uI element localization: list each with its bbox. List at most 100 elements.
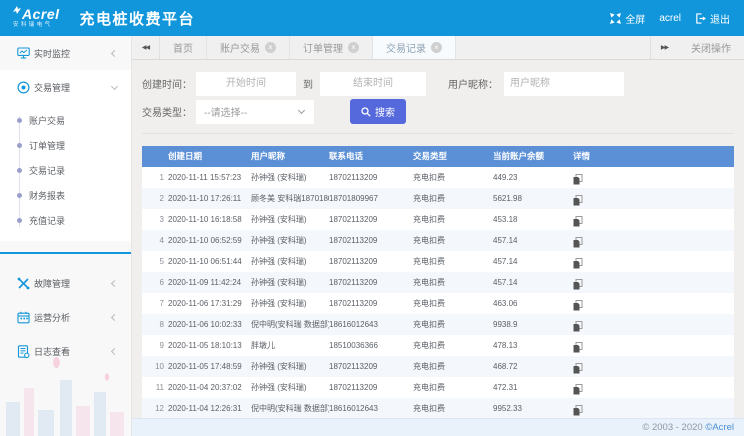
detail-copy-icon[interactable]: [573, 193, 583, 209]
table-row: 12 2020-11-04 12:26:31 倪中明(安科瑞 数据部)18 18…: [142, 398, 734, 419]
sidebar-item-fault-management[interactable]: 故障管理: [0, 266, 131, 300]
table-row: 11 2020-11-04 20:37:02 孙钟强 (安科瑞) 1870211…: [142, 377, 734, 398]
sidebar-item-recharge-records[interactable]: 充值记录: [0, 208, 131, 233]
table-row: 5 2020-11-10 06:51:44 孙钟强 (安科瑞) 18702113…: [142, 251, 734, 272]
cell-nickname: 孙钟强 (安科瑞): [251, 167, 329, 188]
tabs-scroll-right-button[interactable]: ▶▶: [650, 36, 678, 59]
cell-nickname: 顾冬美 安科瑞1870180: [251, 188, 329, 209]
detail-copy-icon[interactable]: [573, 382, 583, 398]
search-button[interactable]: 搜索: [350, 99, 406, 124]
tab-close-icon[interactable]: ×: [348, 42, 359, 53]
start-time-input[interactable]: [196, 72, 296, 96]
cell-balance: 453.18: [493, 209, 573, 230]
cell-nickname: 倪中明(安科瑞 数据部)18: [251, 398, 329, 419]
detail-copy-icon[interactable]: [573, 361, 583, 377]
cell-nickname: 孙钟强 (安科瑞): [251, 293, 329, 314]
detail-copy-icon[interactable]: [573, 298, 583, 314]
current-user[interactable]: acrel: [659, 13, 681, 24]
tab-order-management[interactable]: 订单管理 ×: [290, 36, 373, 59]
detail-copy-icon[interactable]: [573, 235, 583, 251]
transaction-type-select[interactable]: --请选择--: [196, 100, 314, 124]
sidebar-item-label: 运营分析: [34, 311, 70, 324]
sidebar-item-realtime-monitor[interactable]: 实时监控: [0, 36, 131, 70]
filter-row-1: 创建时间： 到 用户昵称：: [142, 71, 734, 96]
col-nickname: 用户昵称: [251, 146, 329, 167]
cell-date: 2020-11-05 17:48:59: [168, 356, 251, 377]
cell-balance: 457.14: [493, 272, 573, 293]
sidebar-item-financial-reports[interactable]: 财务报表: [0, 183, 131, 208]
acrel-logo: Acrel 安科瑞电气: [13, 7, 60, 29]
logo-text: Acrel: [22, 7, 60, 21]
cell-type: 充电扣费: [413, 230, 493, 251]
copyright-text: © 2003 - 2020: [642, 422, 705, 433]
detail-copy-icon[interactable]: [573, 214, 583, 230]
cell-nickname: 倪中明(安科瑞 数据部)18: [251, 314, 329, 335]
tab-close-icon[interactable]: ×: [265, 42, 276, 53]
logout-button[interactable]: 退出: [695, 11, 730, 26]
search-button-label: 搜索: [375, 104, 395, 119]
logout-icon: [695, 13, 706, 24]
select-value: --请选择--: [204, 104, 299, 119]
create-time-label: 创建时间：: [142, 76, 196, 91]
col-create-date: 创建日期: [168, 146, 251, 167]
cell-date: 2020-11-04 12:26:31: [168, 398, 251, 419]
acrel-link[interactable]: ©Acrel: [705, 422, 734, 433]
sidebar-item-log-viewer[interactable]: 日志查看: [0, 334, 131, 368]
tab-transaction-records[interactable]: 交易记录 ×: [373, 36, 456, 59]
sidebar-item-account-trade[interactable]: 账户交易: [0, 108, 131, 133]
close-operations-dropdown[interactable]: 关闭操作: [678, 36, 744, 59]
cell-date: 2020-11-10 16:18:58: [168, 209, 251, 230]
cell-nickname: 孙钟强 (安科瑞): [251, 251, 329, 272]
table-row: 10 2020-11-05 17:48:59 孙钟强 (安科瑞) 1870211…: [142, 356, 734, 377]
tab-account-trade[interactable]: 账户交易 ×: [207, 36, 290, 59]
col-detail: 详情: [573, 146, 734, 167]
chevron-left-icon: [111, 347, 118, 354]
search-icon: [361, 107, 371, 117]
sidebar-watermark: [0, 356, 130, 436]
tab-home[interactable]: 首页: [160, 36, 207, 59]
nickname-input[interactable]: [504, 72, 624, 96]
cell-nickname: 孙钟强 (安科瑞): [251, 272, 329, 293]
cell-phone: 18702113209: [329, 209, 413, 230]
cell-nickname: 孙钟强 (安科瑞): [251, 230, 329, 251]
submenu-item-label: 订单管理: [29, 139, 65, 152]
table-row: 6 2020-11-09 11:42:24 孙钟强 (安科瑞) 18702113…: [142, 272, 734, 293]
to-label: 到: [303, 76, 313, 91]
transaction-type-label: 交易类型：: [142, 104, 196, 119]
fullscreen-button[interactable]: 全屏: [610, 11, 645, 26]
detail-copy-icon[interactable]: [573, 403, 583, 419]
sidebar-item-order-management[interactable]: 订单管理: [0, 133, 131, 158]
acrel-logo-icon: [13, 6, 21, 14]
cell-type: 充电扣费: [413, 188, 493, 209]
cell-balance: 457.14: [493, 230, 573, 251]
detail-copy-icon[interactable]: [573, 256, 583, 272]
tab-bar: ◀◀ 首页 账户交易 × 订单管理 × 交易记录 × ▶▶ 关闭操作: [132, 36, 744, 60]
cell-type: 充电扣费: [413, 293, 493, 314]
detail-copy-icon[interactable]: [573, 172, 583, 188]
cell-phone: 18702113209: [329, 230, 413, 251]
end-time-input[interactable]: [320, 72, 426, 96]
tab-close-icon[interactable]: ×: [431, 42, 442, 53]
bullet-icon: [17, 118, 22, 123]
sidebar-item-operation-analysis[interactable]: 运营分析: [0, 300, 131, 334]
cell-phone: 18702113209: [329, 272, 413, 293]
detail-copy-icon[interactable]: [573, 319, 583, 335]
cell-date: 2020-11-10 17:26:11: [168, 188, 251, 209]
cell-phone: 18702113209: [329, 293, 413, 314]
sidebar-submenu-transactions: 账户交易 订单管理 交易记录 财务报表 充值记录: [0, 104, 131, 241]
row-index: 5: [142, 251, 168, 272]
cell-date: 2020-11-10 06:52:59: [168, 230, 251, 251]
sidebar-item-transaction-management[interactable]: 交易管理: [0, 70, 131, 104]
monitor-icon: [17, 47, 30, 59]
sidebar-item-transaction-records[interactable]: 交易记录: [0, 158, 131, 183]
cell-type: 充电扣费: [413, 314, 493, 335]
logout-label: 退出: [710, 11, 730, 26]
cell-nickname: 孙钟强 (安科瑞): [251, 356, 329, 377]
cell-date: 2020-11-09 11:42:24: [168, 272, 251, 293]
cell-type: 充电扣费: [413, 356, 493, 377]
bullet-icon: [17, 218, 22, 223]
tabs-scroll-left-button[interactable]: ◀◀: [132, 36, 160, 59]
detail-copy-icon[interactable]: [573, 277, 583, 293]
bullet-icon: [17, 143, 22, 148]
detail-copy-icon[interactable]: [573, 340, 583, 356]
